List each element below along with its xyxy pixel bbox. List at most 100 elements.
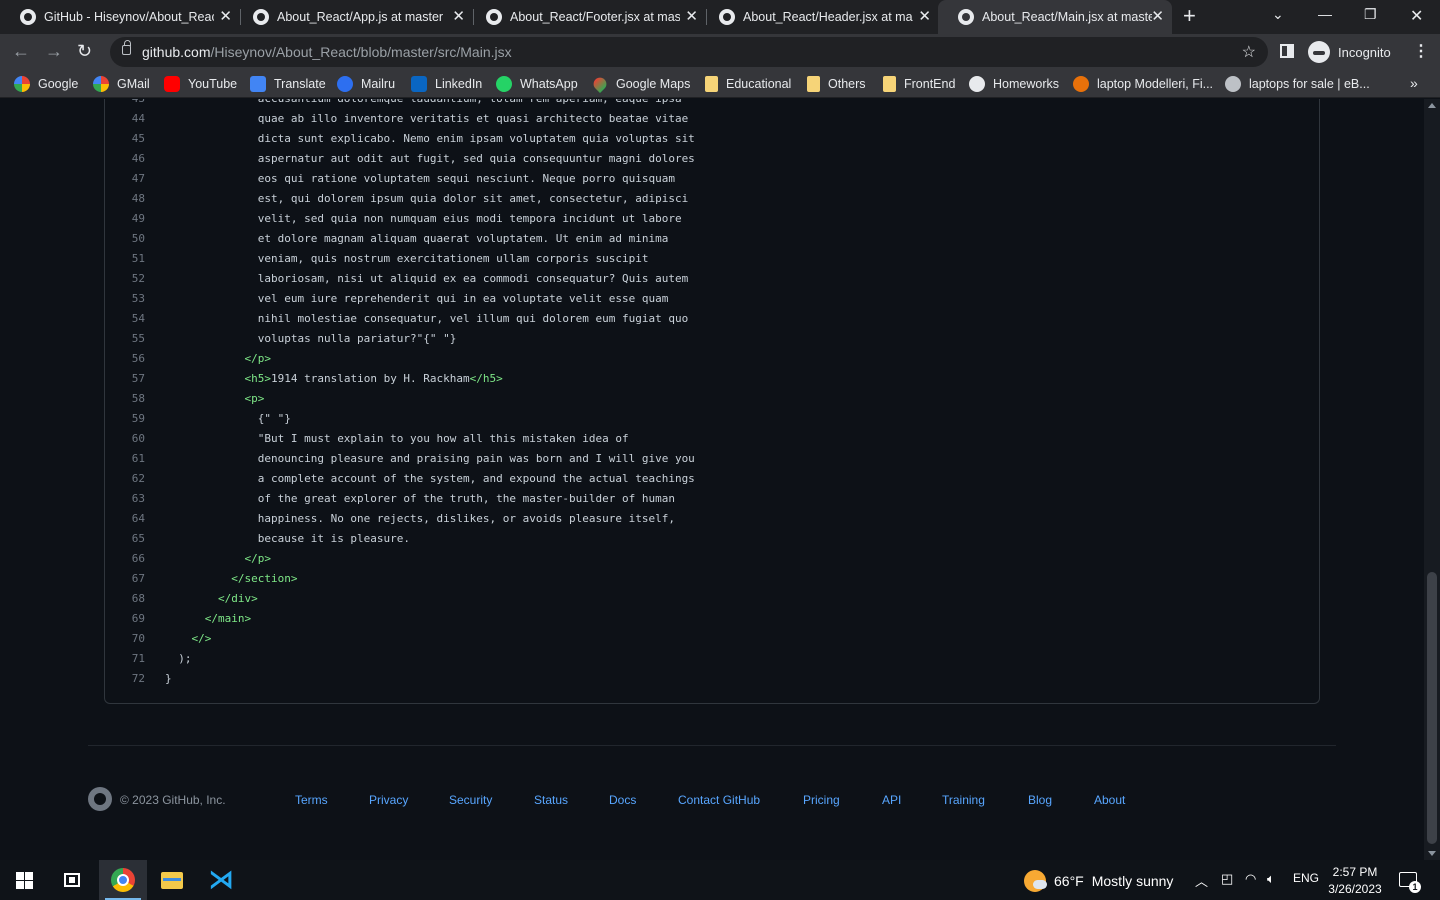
meet-now-icon[interactable]: ◰ [1221,871,1233,887]
line-number[interactable]: 58 [105,389,145,409]
restore-icon[interactable]: ❐ [1364,6,1377,23]
close-icon[interactable]: ✕ [1151,9,1164,25]
line-number[interactable]: 64 [105,509,145,529]
footer-link-blog[interactable]: Blog [1028,793,1052,807]
line-number[interactable]: 53 [105,289,145,309]
line-number[interactable]: 67 [105,569,145,589]
close-icon[interactable]: ✕ [219,9,232,25]
tab-github-repo[interactable]: GitHub - Hiseynov/About_React ✕ [0,0,240,34]
line-number[interactable]: 65 [105,529,145,549]
line-number[interactable]: 52 [105,269,145,289]
bookmark-laptops-ebay[interactable]: laptops for sale | eB... [1225,76,1370,92]
footer-link-training[interactable]: Training [942,793,985,807]
line-number[interactable]: 69 [105,609,145,629]
footer-link-api[interactable]: API [882,793,901,807]
line-number[interactable]: 51 [105,249,145,269]
volume-icon[interactable]: 🔈︎ [1267,871,1275,887]
footer-link-status[interactable]: Status [534,793,568,807]
taskbar-file-explorer[interactable] [148,860,196,900]
line-number[interactable]: 60 [105,429,145,449]
line-number[interactable]: 50 [105,229,145,249]
reload-icon[interactable]: ↻ [77,41,92,61]
footer-link-security[interactable]: Security [449,793,492,807]
github-logo-icon[interactable] [88,787,112,811]
scrollbar-thumb[interactable] [1427,572,1437,844]
footer-link-terms[interactable]: Terms [295,793,328,807]
bookmark-whatsapp[interactable]: WhatsApp [496,76,578,92]
close-window-icon[interactable]: ✕ [1410,6,1423,26]
more-bookmarks-icon[interactable]: » [1410,75,1418,91]
bookmark-star-icon[interactable]: ☆ [1242,42,1256,62]
close-icon[interactable]: ✕ [685,9,698,25]
show-hidden-icons-chevron-icon[interactable]: ︿ [1195,871,1208,890]
line-number[interactable]: 49 [105,209,145,229]
bookmark-gmail[interactable]: GMail [93,76,150,92]
close-icon[interactable]: ✕ [918,9,931,25]
url-text[interactable]: github.com/Hiseynov/About_React/blob/mas… [142,44,512,60]
line-number[interactable]: 46 [105,149,145,169]
new-tab-button[interactable]: + [1183,5,1196,27]
bookmark-translate[interactable]: Translate [250,76,326,92]
line-number[interactable]: 56 [105,349,145,369]
tab-header-jsx[interactable]: About_React/Header.jsx at master · Hisey… [699,0,939,34]
bookmark-google[interactable]: Google [14,76,78,92]
page-scrollbar[interactable] [1424,99,1440,860]
code-text: a complete account of the system, and ex… [165,469,695,489]
bookmark-laptop-modelleri[interactable]: laptop Modelleri, Fi... [1073,76,1213,92]
lock-icon[interactable] [122,40,131,55]
line-number[interactable]: 62 [105,469,145,489]
line-number[interactable]: 54 [105,309,145,329]
bookmark-folder-educational[interactable]: Educational [705,76,791,92]
line-number[interactable]: 68 [105,589,145,609]
start-button[interactable] [0,860,48,900]
bookmark-folder-frontend[interactable]: FrontEnd [883,76,955,92]
tab-search-icon[interactable]: ⌄ [1272,6,1284,23]
forward-icon[interactable]: → [45,41,63,61]
line-number[interactable]: 44 [105,109,145,129]
taskbar-chrome[interactable] [99,860,147,900]
line-number[interactable]: 66 [105,549,145,569]
tab-main-jsx[interactable]: About_React/Main.jsx at master · Hiseyno… [938,0,1172,34]
footer-link-privacy[interactable]: Privacy [369,793,408,807]
back-icon[interactable]: ← [12,41,30,61]
footer-link-contact-github[interactable]: Contact GitHub [678,793,760,807]
line-number[interactable]: 47 [105,169,145,189]
task-view-button[interactable] [48,860,96,900]
footer-link-about[interactable]: About [1094,793,1125,807]
line-number[interactable]: 71 [105,649,145,669]
footer-link-docs[interactable]: Docs [609,793,636,807]
line-number[interactable]: 45 [105,129,145,149]
line-number[interactable]: 70 [105,629,145,649]
bookmark-folder-others[interactable]: Others [807,76,866,92]
scroll-up-arrow-icon[interactable] [1428,103,1436,108]
bookmark-youtube[interactable]: YouTube [164,76,237,92]
line-number[interactable]: 43 [105,99,145,109]
bookmark-mailru[interactable]: Mailru [337,76,395,92]
line-number[interactable]: 63 [105,489,145,509]
bookmark-google-maps[interactable]: Google Maps [590,74,690,94]
taskbar-vscode[interactable]: ⋊ [197,860,245,900]
wifi-icon[interactable]: ◠ [1245,871,1256,887]
system-clock[interactable]: 2:57 PM 3/26/2023 [1322,864,1388,898]
weather-widget[interactable]: 66°F Mostly sunny [1024,870,1173,892]
language-indicator[interactable]: ENG [1293,871,1319,885]
scroll-down-arrow-icon[interactable] [1428,851,1436,856]
bookmark-homeworks[interactable]: Homeworks [969,76,1059,92]
footer-link-pricing[interactable]: Pricing [803,793,840,807]
line-number[interactable]: 55 [105,329,145,349]
line-number[interactable]: 59 [105,409,145,429]
line-number[interactable]: 48 [105,189,145,209]
tab-app-js[interactable]: About_React/App.js at master · Hiseynov/… [233,0,473,34]
address-bar[interactable]: github.com/Hiseynov/About_React/blob/mas… [110,37,1268,67]
line-number[interactable]: 61 [105,449,145,469]
minimize-icon[interactable]: — [1318,6,1332,22]
side-panel-icon[interactable] [1280,44,1294,58]
browser-menu-icon[interactable]: ⋮ [1413,41,1429,61]
close-icon[interactable]: ✕ [452,9,465,25]
line-number[interactable]: 57 [105,369,145,389]
tab-footer-jsx[interactable]: About_React/Footer.jsx at master · Hisey… [466,0,706,34]
line-number[interactable]: 72 [105,669,145,689]
bookmark-linkedin[interactable]: LinkedIn [411,76,482,92]
incognito-indicator[interactable]: Incognito [1308,41,1391,63]
